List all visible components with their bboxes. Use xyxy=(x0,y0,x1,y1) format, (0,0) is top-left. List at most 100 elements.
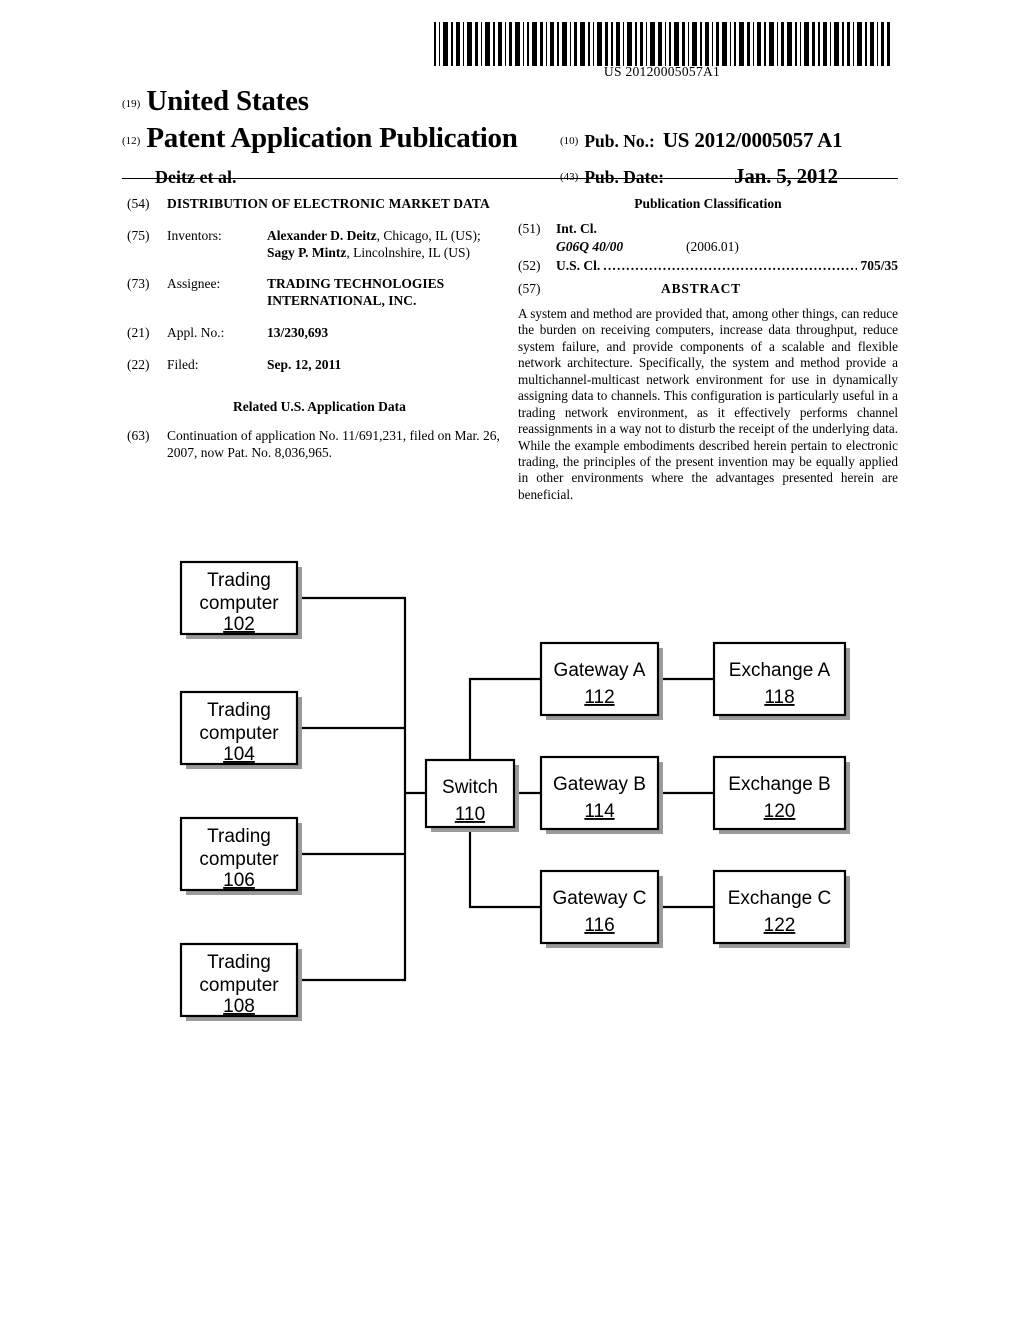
node-reference-number: 112 xyxy=(584,687,614,708)
country-name: United States xyxy=(146,85,309,117)
filed-label: Filed: xyxy=(167,356,199,372)
abstract-text: A system and method are provided that, a… xyxy=(518,306,898,502)
pubno-value: US 2012/0005057 A1 xyxy=(662,127,843,152)
node-label-line1: Exchange A xyxy=(729,660,831,681)
node-label-line2: computer xyxy=(199,723,279,744)
inventors-code: (75) xyxy=(127,227,150,243)
appl-no-value: 13/230,693 xyxy=(267,324,329,340)
node-reference-number: 122 xyxy=(764,915,796,936)
related-code: (63) xyxy=(127,428,150,444)
assignee-label: Assignee: xyxy=(167,276,221,292)
int-cl-code: (51) xyxy=(518,221,541,236)
us-cl-leader-dots: ........................................… xyxy=(603,258,857,273)
inventors-field: (75) Inventors: Alexander D. Deitz, Chic… xyxy=(127,228,502,261)
int-cl-label: Int. Cl. xyxy=(556,221,597,236)
node-reference-number: 110 xyxy=(455,804,485,825)
diagram-nodes: Tradingcomputer102Tradingcomputer104Trad… xyxy=(179,560,850,1021)
diagram-node-tc106: Tradingcomputer106 xyxy=(179,816,302,895)
us-cl-label: U.S. Cl. xyxy=(556,258,601,273)
title-field: (54) DISTRIBUTION OF ELECTRONIC MARKET D… xyxy=(127,196,502,213)
pubno-label: Pub. No.: xyxy=(584,130,655,151)
diagram-node-tc108: Tradingcomputer108 xyxy=(179,942,302,1021)
related-text: Continuation of application No. 11/691,2… xyxy=(167,428,500,461)
connector-switch-gwC xyxy=(468,827,541,909)
authors-row: Deitz et al. (43) Pub. Date: Jan. 5, 201… xyxy=(122,157,898,189)
diagram-node-gwC: Gateway C 116 xyxy=(539,869,663,948)
node-reference-number: 114 xyxy=(584,801,615,822)
pubdate-block: (43) Pub. Date: Jan. 5, 2012 xyxy=(552,157,898,189)
node-label-line1: Gateway B xyxy=(553,774,646,795)
abstract-code: (57) xyxy=(518,281,541,296)
node-reference-number: 102 xyxy=(223,614,255,635)
assignee-field: (73) Assignee: TRADING TECHNOLOGIES INTE… xyxy=(127,276,502,309)
filed-value: Sep. 12, 2011 xyxy=(267,356,342,372)
node-label-line1: Trading xyxy=(207,952,271,973)
doctype-row: (12) Patent Application Publication (10)… xyxy=(122,122,898,155)
int-cl-symbol-row: G06Q 40/00 (2006.01) xyxy=(518,239,898,255)
inventor-2-location: , Lincolnshire, IL (US) xyxy=(346,244,470,260)
appl-no-label: Appl. No.: xyxy=(167,324,225,340)
int-cl-field: (51) Int. Cl. xyxy=(518,221,898,237)
diagram-svg: Tradingcomputer102Tradingcomputer104Trad… xyxy=(179,560,850,1021)
diagram-node-exC: Exchange C 122 xyxy=(712,869,850,948)
node-label-line2: computer xyxy=(199,593,279,614)
node-reference-number: 120 xyxy=(764,801,796,822)
diagram-node-sw110: Switch 110 xyxy=(424,758,519,832)
masthead: (19) United States (12) Patent Applicati… xyxy=(122,85,898,190)
pubno-block: (10) Pub. No.: US 2012/0005057 A1 xyxy=(552,128,898,153)
page-title: DISTRIBUTION OF ELECTRONIC MARKET DATA xyxy=(167,196,490,211)
node-label-line1: Exchange B xyxy=(728,774,830,795)
bibliographic-left-column: (54) DISTRIBUTION OF ELECTRONIC MARKET D… xyxy=(127,196,502,462)
pubdate-value: Jan. 5, 2012 xyxy=(734,164,838,189)
abstract-heading: ABSTRACT xyxy=(661,281,741,296)
node-reference-number: 108 xyxy=(223,996,255,1017)
related-application-field: (63) Continuation of application No. 11/… xyxy=(127,428,502,462)
node-label-line2: computer xyxy=(199,849,279,870)
barcode-number: US 20120005057A1 xyxy=(603,64,721,79)
masthead-divider xyxy=(122,178,898,179)
inventor-1-name: Alexander D. Deitz xyxy=(267,227,377,243)
inventor-2-name: Sagy P. Mintz xyxy=(267,244,347,260)
abstract-heading-row: (57) ABSTRACT xyxy=(518,281,898,297)
filed-field: (22) Filed: Sep. 12, 2011 xyxy=(127,357,502,374)
doctype-code: (12) xyxy=(122,134,141,147)
diagram-node-tc102: Tradingcomputer102 xyxy=(179,560,302,639)
us-cl-field: (52) U.S. Cl. ..........................… xyxy=(518,258,898,274)
us-cl-code: (52) xyxy=(518,258,541,273)
node-label-line1: Switch xyxy=(442,777,498,798)
node-label-line2: computer xyxy=(199,975,279,996)
node-label-line1: Trading xyxy=(207,700,271,721)
int-cl-version: (2006.01) xyxy=(686,239,739,254)
title-code: (54) xyxy=(127,196,150,211)
related-application-heading: Related U.S. Application Data xyxy=(233,399,406,415)
assignee-code: (73) xyxy=(127,276,150,292)
node-label-line1: Gateway C xyxy=(553,888,647,909)
barcode-icon xyxy=(434,22,890,66)
diagram-node-exA: Exchange A 118 xyxy=(712,641,850,720)
doctype-name: Patent Application Publication xyxy=(146,121,518,154)
node-reference-number: 116 xyxy=(584,915,614,936)
diagram-node-exB: Exchange B 120 xyxy=(712,755,850,834)
connector-bus xyxy=(297,596,407,982)
node-reference-number: 106 xyxy=(223,870,255,891)
pubno-code: (10) xyxy=(560,134,579,147)
appl-no-code: (21) xyxy=(127,324,150,340)
pubdate-row: (43) Pub. Date: Jan. 5, 2012 xyxy=(560,164,898,189)
node-label-line1: Trading xyxy=(207,570,271,591)
us-cl-value: 705/35 xyxy=(860,258,898,273)
network-architecture-diagram: Trading computer 102 Trading computer 104 Trad… xyxy=(0,548,1024,1068)
country-row: (19) United States xyxy=(122,85,898,118)
inventor-1-location: , Chicago, IL (US); xyxy=(376,227,481,243)
diagram-node-tc104: Tradingcomputer104 xyxy=(179,690,302,769)
int-cl-symbol: G06Q 40/00 xyxy=(556,239,624,254)
bibliographic-right-column: Publication Classification (51) Int. Cl.… xyxy=(518,196,898,503)
node-reference-number: 104 xyxy=(223,744,255,765)
node-label-line1: Gateway A xyxy=(554,660,646,681)
assignee-value: TRADING TECHNOLOGIES INTERNATIONAL, INC. xyxy=(267,276,445,309)
node-reference-number: 118 xyxy=(764,687,794,708)
barcode xyxy=(432,22,892,66)
publication-classification-heading: Publication Classification xyxy=(634,196,782,211)
node-label-line1: Exchange C xyxy=(728,888,832,909)
connector-switch-gwA xyxy=(468,677,541,760)
country-code: (19) xyxy=(122,98,141,110)
